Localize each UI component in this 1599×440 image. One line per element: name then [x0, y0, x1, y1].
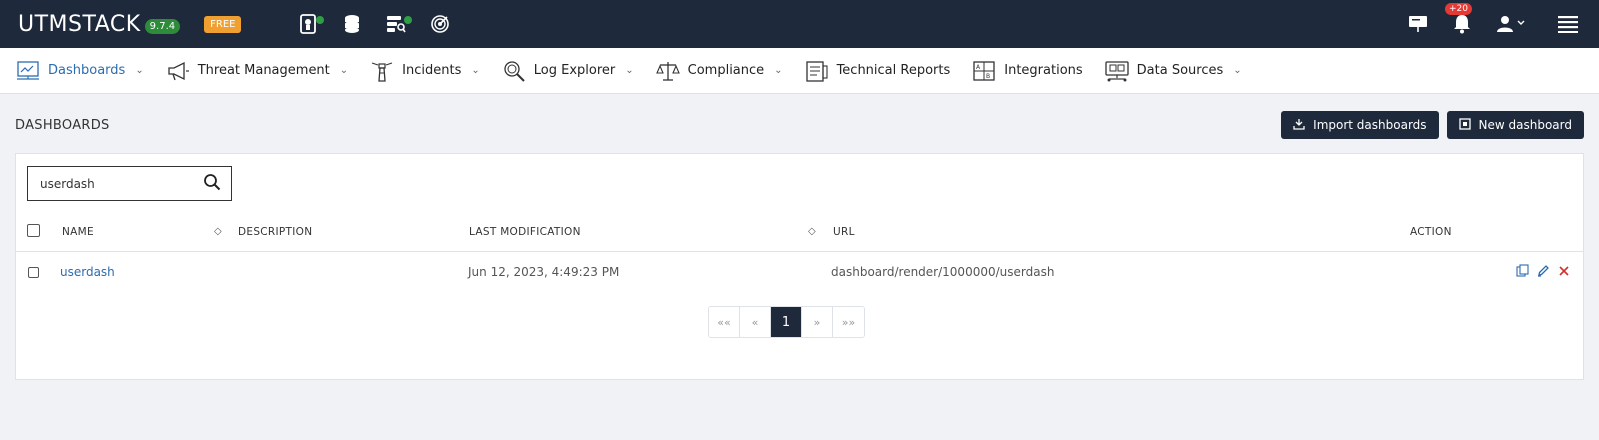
dashboards-card: NAME ◇ DESCRIPTION LAST MODIFICATION ◇ U… [15, 153, 1584, 380]
search-box [27, 166, 232, 201]
chevron-down-icon: ⌄ [625, 65, 634, 76]
nav-compliance[interactable]: Compliance ⌄ [655, 59, 783, 83]
threat-radar-icon[interactable] [429, 13, 451, 35]
status-icons [297, 13, 451, 35]
table-header: NAME ◇ DESCRIPTION LAST MODIFICATION ◇ U… [16, 216, 1583, 252]
top-right-controls: +20 [1407, 0, 1579, 48]
import-icon [1293, 118, 1305, 133]
sort-icon[interactable]: ◇ [214, 226, 222, 237]
new-dashboard-icon [1458, 117, 1471, 133]
megaphone-icon [166, 59, 190, 83]
status-dot [404, 16, 413, 24]
chevron-down-icon: ⌄ [135, 65, 144, 76]
user-menu-icon[interactable] [1495, 13, 1529, 35]
magnifier-icon [502, 59, 526, 83]
delete-icon[interactable] [1558, 265, 1570, 280]
nav-dashboards[interactable]: Dashboards ⌄ [16, 59, 144, 83]
edit-pencil-icon[interactable] [1537, 264, 1550, 280]
dashboard-url: dashboard/render/1000000/userdash [831, 265, 1055, 279]
report-icon [805, 59, 829, 83]
nav-data-sources[interactable]: Data Sources ⌄ [1105, 59, 1242, 83]
row-checkbox[interactable] [28, 267, 39, 278]
table-row: userdash Jun 12, 2023, 4:49:23 PM dashbo… [16, 254, 1583, 292]
button-label: Import dashboards [1313, 118, 1427, 132]
integrations-icon: AB [972, 59, 996, 83]
agent-status-icon[interactable] [297, 13, 325, 35]
status-dot [316, 16, 325, 24]
chevron-down-icon: ⌄ [471, 65, 480, 76]
nav-incidents[interactable]: Incidents ⌄ [370, 59, 480, 83]
column-header-url[interactable]: URL [833, 226, 855, 238]
chevron-down-icon: ⌄ [1233, 65, 1242, 76]
search-icon[interactable] [203, 173, 221, 194]
data-sources-icon [1105, 59, 1129, 83]
select-all-checkbox[interactable] [27, 224, 40, 237]
prev-page-button[interactable]: « [740, 307, 771, 337]
page-title: DASHBOARDS [15, 117, 110, 133]
nav-integrations[interactable]: AB Integrations [972, 59, 1083, 83]
nav-label: Threat Management [197, 63, 330, 78]
plan-badge: FREE [204, 15, 242, 33]
column-header-action: ACTION [1410, 226, 1452, 238]
chevron-down-icon: ⌄ [339, 65, 349, 76]
nav-label: Data Sources [1136, 63, 1224, 78]
dashboard-last-modification: Jun 12, 2023, 4:49:23 PM [468, 265, 620, 279]
nav-label: Dashboards [48, 63, 126, 78]
search-input[interactable] [40, 176, 203, 191]
notification-count-badge: +20 [1445, 3, 1472, 15]
nav-label: Log Explorer [533, 63, 616, 78]
nav-label: Compliance [687, 63, 765, 78]
clone-icon[interactable] [1516, 264, 1529, 280]
column-header-name[interactable]: NAME [62, 226, 94, 238]
page-1-button[interactable]: 1 [771, 307, 802, 337]
hamburger-menu-icon[interactable] [1557, 13, 1579, 35]
main-nav: Dashboards ⌄ Threat Management ⌄ Inciden… [0, 48, 1599, 94]
button-label: New dashboard [1478, 118, 1572, 132]
new-dashboard-button[interactable]: New dashboard [1446, 111, 1584, 139]
page-header: DASHBOARDS Import dashboards New dashboa… [0, 94, 1599, 144]
header-actions: Import dashboards New dashboard [1281, 111, 1584, 139]
import-dashboards-button[interactable]: Import dashboards [1281, 111, 1439, 139]
last-page-button[interactable]: »» [833, 307, 864, 337]
first-page-button[interactable]: «« [709, 307, 740, 337]
nav-label: Integrations [1004, 63, 1083, 78]
server-search-icon[interactable] [385, 13, 413, 35]
brand-logo[interactable]: UTMSTACK [18, 12, 141, 37]
lighthouse-icon [370, 59, 394, 83]
pagination: «« « 1 » »» [708, 306, 865, 338]
scale-icon [655, 59, 680, 83]
dashboard-icon [16, 59, 40, 83]
nav-log-explorer[interactable]: Log Explorer ⌄ [502, 59, 634, 83]
sort-icon[interactable]: ◇ [808, 226, 816, 237]
database-status-icon[interactable] [341, 13, 363, 35]
nav-label: Technical Reports [836, 63, 951, 78]
nav-label: Incidents [402, 63, 462, 78]
column-header-last-modification[interactable]: LAST MODIFICATION [469, 226, 581, 238]
presentation-icon[interactable] [1407, 13, 1429, 35]
svg-text:A: A [976, 64, 981, 71]
chevron-down-icon: ⌄ [774, 65, 783, 76]
dashboard-name-link[interactable]: userdash [60, 265, 115, 279]
top-bar: UTMSTACK 9.7.4 FREE +20 [0, 0, 1599, 48]
svg-text:B: B [986, 73, 990, 80]
version-badge: 9.7.4 [144, 18, 181, 34]
next-page-button[interactable]: » [802, 307, 833, 337]
nav-technical-reports[interactable]: Technical Reports [805, 59, 951, 83]
notifications-bell-icon[interactable]: +20 [1445, 3, 1473, 35]
row-actions [1516, 264, 1570, 280]
nav-threat-management[interactable]: Threat Management ⌄ [166, 59, 348, 83]
column-header-description[interactable]: DESCRIPTION [238, 226, 312, 238]
